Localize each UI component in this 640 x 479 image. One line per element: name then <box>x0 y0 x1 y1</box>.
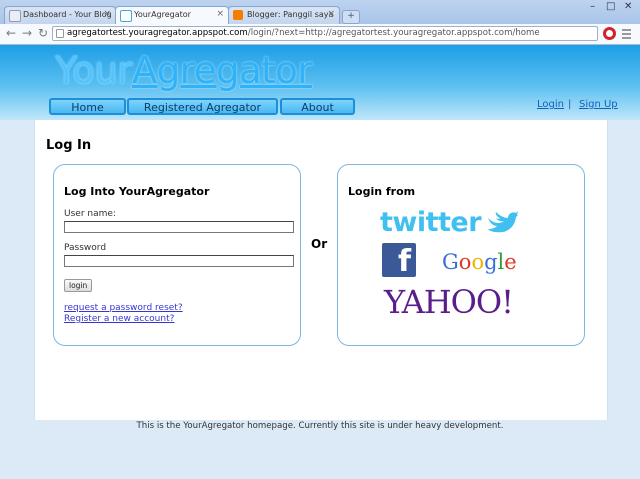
tab-dashboard[interactable]: Dashboard - Your Blog × <box>4 6 116 24</box>
url-path: /login/?next=http://agregatortest.yourag… <box>247 28 540 38</box>
or-separator: Or <box>311 237 328 251</box>
tab-youragregator[interactable]: YourAgregator × <box>115 6 229 24</box>
logo-part-your: Your <box>55 49 133 92</box>
google-letter: g <box>484 250 498 274</box>
close-icon[interactable]: × <box>216 9 224 19</box>
minimize-icon[interactable]: – <box>590 1 595 12</box>
browser-toolbar: ← → ↻ agregatortest.youragregator.appspo… <box>0 24 640 45</box>
page-icon <box>120 10 132 22</box>
reload-icon[interactable]: ↻ <box>38 26 48 40</box>
site-header: YourAgregator Home Registered Agregator … <box>0 45 640 120</box>
link-separator: | <box>568 99 572 110</box>
page-title: Log In <box>46 138 92 153</box>
blogger-dashboard-icon <box>9 10 21 22</box>
facebook-login-button[interactable]: f <box>382 243 416 277</box>
username-label: User name: <box>64 209 116 219</box>
password-label: Password <box>64 243 107 253</box>
twitter-bird-icon <box>488 211 518 233</box>
nav-about[interactable]: About <box>280 98 355 115</box>
close-icon[interactable]: × <box>327 9 335 19</box>
tab-title: Dashboard - Your Blog <box>23 10 112 19</box>
login-button[interactable]: login <box>64 279 93 292</box>
page-icon <box>56 29 64 38</box>
new-tab-button[interactable]: + <box>342 10 360 24</box>
username-input[interactable] <box>64 221 294 233</box>
tab-title: YourAgregator <box>134 10 191 19</box>
social-login-heading: Login from <box>348 185 416 198</box>
google-letter: o <box>471 250 485 274</box>
address-bar[interactable]: agregatortest.youragregator.appspot.com/… <box>52 26 598 41</box>
site-logo[interactable]: YourAgregator <box>55 49 312 92</box>
yahoo-login-button[interactable]: YAHOO! <box>384 283 514 321</box>
close-icon[interactable]: × <box>103 9 111 19</box>
blogger-icon <box>233 10 243 20</box>
forward-arrow-icon[interactable]: → <box>22 26 32 40</box>
footer-text: This is the YourAgregator homepage. Curr… <box>136 421 504 431</box>
wrench-menu-icon[interactable] <box>620 27 633 40</box>
tab-title: Blogger: Panggil saya <box>247 10 334 19</box>
signup-link[interactable]: Sign Up <box>579 99 618 110</box>
web-page: YourAgregator Home Registered Agregator … <box>0 45 640 479</box>
tab-blogger[interactable]: Blogger: Panggil saya × <box>228 6 340 24</box>
twitter-login-button[interactable]: twitter <box>380 207 482 238</box>
social-login-panel: Login from twitter f Google YAHOO! <box>337 164 585 346</box>
google-login-button[interactable]: Google <box>442 250 517 274</box>
url-host: agregatortest.youragregator.appspot.com <box>67 28 248 38</box>
login-form-panel: Log Into YourAgregator User name: Passwo… <box>53 164 301 346</box>
login-form-heading: Log Into YourAgregator <box>64 185 210 198</box>
tab-strip: Dashboard - Your Blog × YourAgregator × … <box>0 0 640 24</box>
maximize-icon[interactable]: □ <box>606 1 615 12</box>
register-link[interactable]: Register a new account? <box>64 314 174 324</box>
google-letter: G <box>442 250 459 274</box>
nav-home[interactable]: Home <box>49 98 126 115</box>
google-letter: e <box>504 250 517 274</box>
opera-icon[interactable] <box>603 27 616 40</box>
main-content: Log In Log Into YourAgregator User name:… <box>34 120 608 420</box>
password-input[interactable] <box>64 255 294 267</box>
login-link[interactable]: Login <box>537 99 564 110</box>
nav-registered-agregator[interactable]: Registered Agregator <box>127 98 278 115</box>
window-close-icon[interactable]: ✕ <box>624 1 632 12</box>
back-arrow-icon[interactable]: ← <box>6 26 16 40</box>
logo-part-agregator: Agregator <box>132 49 312 92</box>
google-letter: o <box>458 250 472 274</box>
password-reset-link[interactable]: request a password reset? <box>64 303 183 313</box>
